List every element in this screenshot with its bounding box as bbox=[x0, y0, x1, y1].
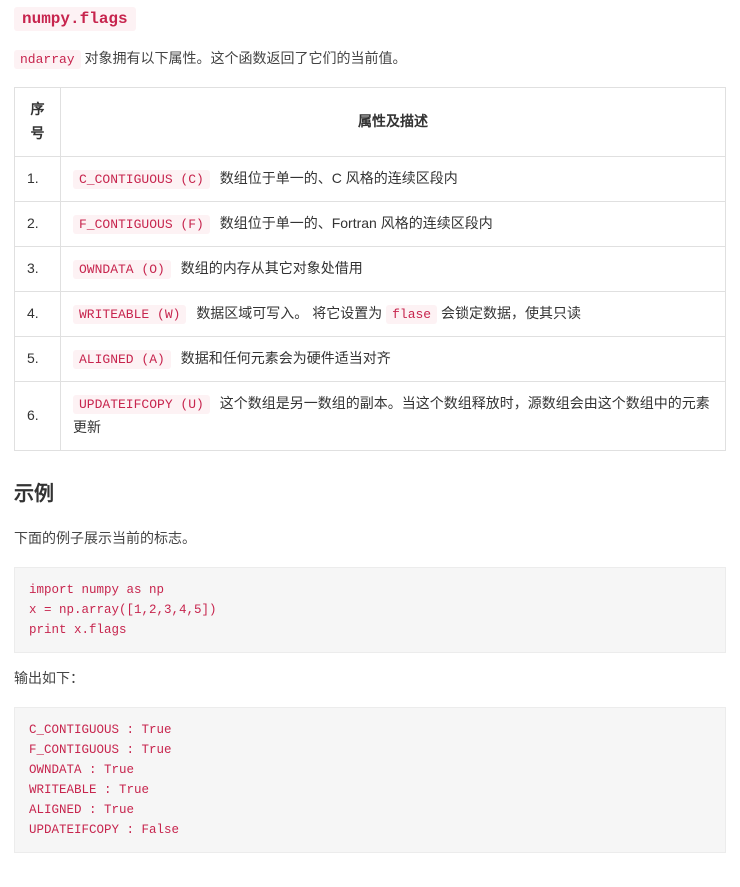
attr-code: ALIGNED (A) bbox=[73, 350, 171, 369]
attr-code: WRITEABLE (W) bbox=[73, 305, 186, 324]
row-index: 3. bbox=[15, 247, 61, 292]
table-row: 5. ALIGNED (A) 数据和任何元素会为硬件适当对齐 bbox=[15, 337, 726, 382]
attr-code: OWNDATA (O) bbox=[73, 260, 171, 279]
attr-code: C_CONTIGUOUS (C) bbox=[73, 170, 210, 189]
attr-text2: 会锁定数据，使其只读 bbox=[437, 305, 581, 321]
th-index: 序号 bbox=[15, 88, 61, 157]
table-row: 6. UPDATEIFCOPY (U) 这个数组是另一数组的副本。当这个数组释放… bbox=[15, 382, 726, 451]
attr-text: 数组位于单一的、Fortran 风格的连续区段内 bbox=[220, 215, 493, 231]
attr-text: 数组位于单一的、C 风格的连续区段内 bbox=[220, 170, 458, 186]
row-desc: WRITEABLE (W) 数据区域可写入。 将它设置为 flase 会锁定数据… bbox=[61, 292, 726, 337]
intro-code: ndarray bbox=[14, 50, 81, 69]
th-desc: 属性及描述 bbox=[61, 88, 726, 157]
row-desc: OWNDATA (O) 数组的内存从其它对象处借用 bbox=[61, 247, 726, 292]
attr-code: F_CONTIGUOUS (F) bbox=[73, 215, 210, 234]
row-index: 6. bbox=[15, 382, 61, 451]
row-desc: ALIGNED (A) 数据和任何元素会为硬件适当对齐 bbox=[61, 337, 726, 382]
page-title: numpy.flags bbox=[14, 6, 726, 33]
intro-text: 对象拥有以下属性。这个函数返回了它们的当前值。 bbox=[85, 50, 407, 66]
example-heading: 示例 bbox=[14, 477, 726, 511]
row-desc: F_CONTIGUOUS (F) 数组位于单一的、Fortran 风格的连续区段… bbox=[61, 201, 726, 246]
row-desc: C_CONTIGUOUS (C) 数组位于单一的、C 风格的连续区段内 bbox=[61, 156, 726, 201]
attr-code: UPDATEIFCOPY (U) bbox=[73, 395, 210, 414]
attr-text: 数据区域可写入。 将它设置为 bbox=[196, 305, 386, 321]
row-index: 1. bbox=[15, 156, 61, 201]
attributes-table: 序号 属性及描述 1. C_CONTIGUOUS (C) 数组位于单一的、C 风… bbox=[14, 87, 726, 451]
table-row: 4. WRITEABLE (W) 数据区域可写入。 将它设置为 flase 会锁… bbox=[15, 292, 726, 337]
table-row: 2. F_CONTIGUOUS (F) 数组位于单一的、Fortran 风格的连… bbox=[15, 201, 726, 246]
row-index: 2. bbox=[15, 201, 61, 246]
table-row: 1. C_CONTIGUOUS (C) 数组位于单一的、C 风格的连续区段内 bbox=[15, 156, 726, 201]
attr-text: 数据和任何元素会为硬件适当对齐 bbox=[181, 350, 391, 366]
code-block: import numpy as np x = np.array([1,2,3,4… bbox=[14, 567, 726, 653]
table-row: 3. OWNDATA (O) 数组的内存从其它对象处借用 bbox=[15, 247, 726, 292]
row-index: 4. bbox=[15, 292, 61, 337]
example-intro: 下面的例子展示当前的标志。 bbox=[14, 527, 726, 551]
row-index: 5. bbox=[15, 337, 61, 382]
row-desc: UPDATEIFCOPY (U) 这个数组是另一数组的副本。当这个数组释放时，源… bbox=[61, 382, 726, 451]
attr-text: 数组的内存从其它对象处借用 bbox=[181, 260, 363, 276]
output-label: 输出如下： bbox=[14, 667, 726, 691]
title-code: numpy.flags bbox=[14, 7, 136, 31]
attr-code2: flase bbox=[386, 305, 437, 324]
output-block: C_CONTIGUOUS : True F_CONTIGUOUS : True … bbox=[14, 707, 726, 853]
intro-paragraph: ndarray 对象拥有以下属性。这个函数返回了它们的当前值。 bbox=[14, 47, 726, 71]
